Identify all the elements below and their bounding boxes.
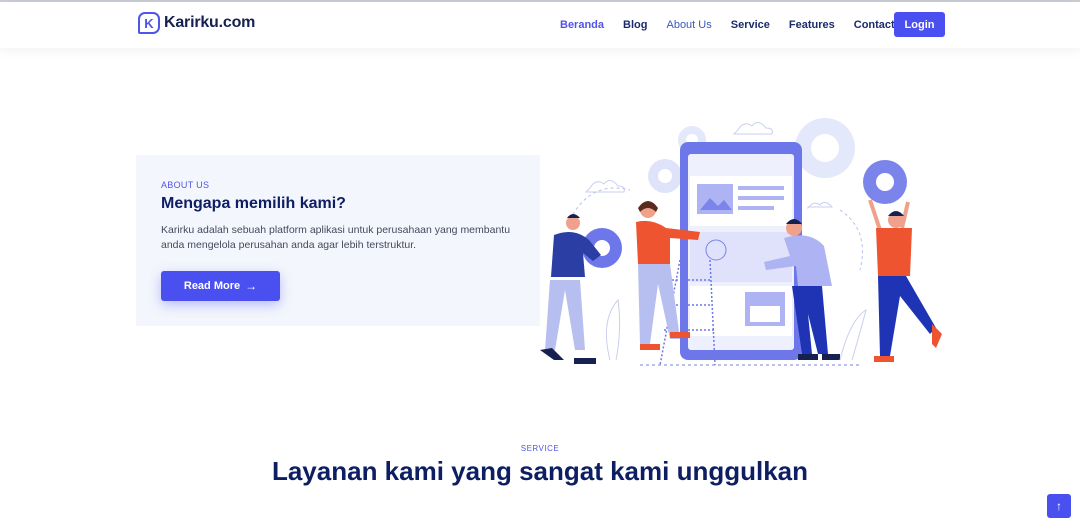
navbar: K Karirku.com Beranda Blog About Us Serv… <box>0 2 1080 48</box>
brand-logo[interactable]: K Karirku.com <box>138 12 255 34</box>
nav-link-blog[interactable]: Blog <box>623 19 647 31</box>
read-more-label: Read More <box>183 280 241 292</box>
gear-icon <box>648 159 682 193</box>
service-tag: SERVICE <box>520 444 560 453</box>
nav-link-beranda[interactable]: Beranda <box>560 19 604 31</box>
service-title: Layanan kami yang sangat kami unggulkan <box>271 456 809 486</box>
about-card: ABOUT US Mengapa memilih kami? Karirku a… <box>136 155 540 326</box>
nav-link-contact[interactable]: Contact <box>854 19 895 31</box>
nav-link-about-us[interactable]: About Us <box>666 19 711 31</box>
brand-name: Karirku.com <box>164 14 256 31</box>
read-more-button[interactable]: Read More → <box>161 271 280 301</box>
person-gear <box>868 199 942 362</box>
arrow-right-icon: → <box>245 279 258 293</box>
team-building-app-illustration <box>540 118 942 366</box>
login-button[interactable]: Login <box>894 12 945 37</box>
about-title: Mengapa memilih kami? <box>161 195 346 212</box>
nav-link-features[interactable]: Features <box>789 19 835 31</box>
about-description: Karirku adalah sebuah platform aplikasi … <box>161 224 511 251</box>
arrow-up-icon: ↑ <box>1056 499 1062 513</box>
gear-icon <box>863 160 907 204</box>
logo-k-icon: K <box>138 12 160 34</box>
nav-link-service[interactable]: Service <box>731 19 770 31</box>
about-tag: ABOUT US <box>161 180 210 190</box>
scroll-to-top-button[interactable]: ↑ <box>1047 494 1071 518</box>
main-nav: Beranda Blog About Us Service Features C… <box>560 12 914 38</box>
